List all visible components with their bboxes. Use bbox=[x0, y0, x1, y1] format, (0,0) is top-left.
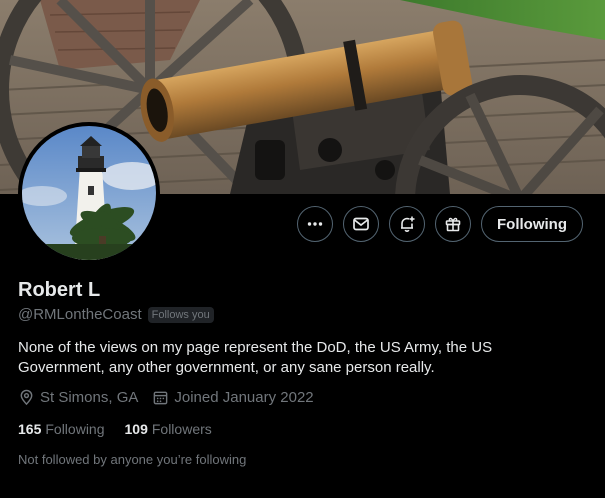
gift-icon bbox=[445, 217, 461, 232]
notify-button[interactable] bbox=[389, 206, 426, 242]
joined-text: Joined January 2022 bbox=[174, 389, 314, 406]
followers-count: 109 bbox=[124, 421, 148, 437]
profile-bio: None of the views on my page represent t… bbox=[18, 339, 493, 376]
handle-row: @RMLontheCoast Follows you bbox=[18, 306, 214, 323]
profile-meta: St Simons, GA Joined January 2022 bbox=[18, 389, 314, 406]
user-handle: @RMLontheCoast bbox=[18, 306, 142, 323]
more-button[interactable] bbox=[297, 206, 334, 242]
following-count-link[interactable]: 165 Following bbox=[18, 421, 105, 437]
following-label: Following bbox=[45, 421, 105, 437]
profile-actions: Following bbox=[297, 206, 583, 242]
follows-you-badge: Follows you bbox=[147, 306, 214, 323]
following-button[interactable]: Following bbox=[481, 206, 583, 242]
envelope-icon bbox=[353, 217, 369, 231]
avatar-lighthouse-image bbox=[22, 126, 156, 260]
followers-count-link[interactable]: 109 Followers bbox=[125, 421, 212, 437]
bell-plus-icon bbox=[401, 216, 415, 232]
calendar-icon bbox=[154, 391, 168, 405]
location-text: St Simons, GA bbox=[40, 389, 139, 406]
followers-label: Followers bbox=[151, 421, 212, 437]
display-name: Robert L bbox=[18, 279, 101, 301]
following-count: 165 bbox=[18, 421, 42, 437]
location-pin-icon bbox=[20, 389, 33, 406]
subscribe-gift-button[interactable] bbox=[435, 206, 472, 242]
location-item: St Simons, GA bbox=[18, 389, 138, 406]
message-button[interactable] bbox=[343, 206, 380, 242]
joined-item: Joined January 2022 bbox=[152, 389, 314, 406]
follow-counts: 165 Following 109 Followers bbox=[18, 421, 212, 437]
avatar[interactable] bbox=[18, 122, 160, 264]
more-horizontal-icon bbox=[307, 222, 323, 226]
mutual-followers-text: Not followed by anyone you’re following bbox=[18, 452, 247, 467]
